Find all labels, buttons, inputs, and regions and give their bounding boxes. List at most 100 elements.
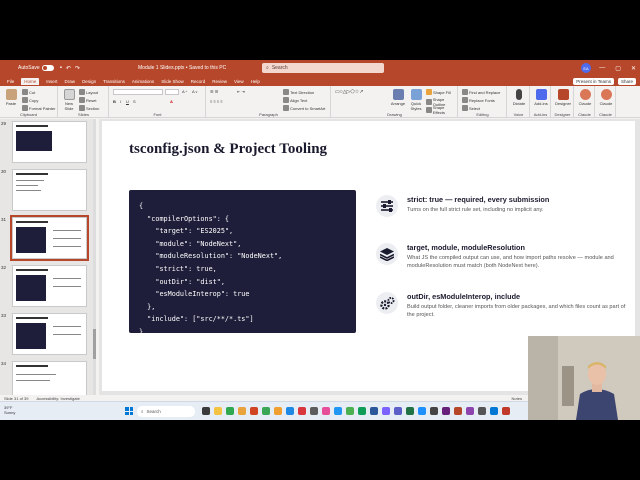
teams-icon[interactable] <box>394 407 402 415</box>
app-icon[interactable] <box>418 407 426 415</box>
menu-animations[interactable]: Animations <box>132 79 154 84</box>
slide-thumbnail[interactable] <box>12 313 87 355</box>
powerpoint-icon[interactable] <box>454 407 462 415</box>
feature-item[interactable]: strict: true — required, every submissio… <box>376 195 606 235</box>
replace-fonts-button[interactable]: Replace Fonts <box>462 97 495 103</box>
claude-button-1[interactable]: Claude <box>577 89 593 106</box>
app-icon[interactable] <box>322 407 330 415</box>
shapes-gallery[interactable]: ▭○△▷⬠☆↗ <box>335 89 385 95</box>
word-icon[interactable] <box>370 407 378 415</box>
undo-icon[interactable]: ↶ <box>66 65 71 72</box>
maximize-icon[interactable]: ▢ <box>615 65 621 72</box>
title-search[interactable]: ⌕ Search <box>262 63 384 73</box>
underline-button[interactable]: U <box>126 99 129 104</box>
paste-button[interactable]: Paste <box>4 89 18 106</box>
autosave-toggle[interactable] <box>41 65 54 71</box>
app-icon[interactable] <box>250 407 258 415</box>
menu-record[interactable]: Record <box>191 79 206 84</box>
shape-fill-button[interactable]: Shape Fill <box>426 89 451 95</box>
accessibility-status[interactable]: Accessibility: Investigate <box>36 396 79 401</box>
minimize-icon[interactable]: — <box>599 65 605 71</box>
bold-button[interactable]: B <box>113 99 116 104</box>
code-block[interactable]: { "compilerOptions": { "target": "ES2025… <box>129 190 356 336</box>
close-icon[interactable]: ✕ <box>631 65 636 72</box>
share-button[interactable]: Share <box>617 77 636 85</box>
app-icon[interactable] <box>226 407 234 415</box>
menu-draw[interactable]: Draw <box>65 79 76 84</box>
select-button[interactable]: Select <box>462 105 480 111</box>
menu-home[interactable]: Home <box>21 77 40 85</box>
align-icons[interactable]: ≡ ≡ ≡ ≡ <box>210 99 223 104</box>
app-icon[interactable] <box>298 407 306 415</box>
task-view-icon[interactable] <box>202 407 210 415</box>
redo-icon[interactable]: ↷ <box>75 65 80 72</box>
dictate-button[interactable]: Dictate <box>511 89 527 106</box>
chrome-icon[interactable] <box>262 407 270 415</box>
app-icon[interactable] <box>334 407 342 415</box>
app-icon[interactable] <box>358 407 366 415</box>
app-icon[interactable] <box>466 407 474 415</box>
autosave[interactable]: AutoSave <box>18 65 54 71</box>
quick-styles-button[interactable]: Quick Styles <box>408 89 424 111</box>
font-color-button[interactable]: A <box>170 99 173 104</box>
weather-widget[interactable]: 39°F Sunny <box>4 405 15 415</box>
font-shrink-icon[interactable]: Av <box>192 89 197 94</box>
format-painter-button[interactable]: Format Painter <box>22 105 55 111</box>
user-avatar[interactable]: EA <box>581 63 591 73</box>
slide-thumbnail[interactable] <box>12 121 87 163</box>
arrange-button[interactable]: Arrange <box>390 89 406 106</box>
notes-button[interactable]: Notes <box>512 396 522 401</box>
app-icon[interactable] <box>430 407 438 415</box>
present-teams-button[interactable]: Present in Teams <box>573 77 614 85</box>
slide-thumbnail[interactable] <box>12 265 87 307</box>
file-explorer-icon[interactable] <box>214 407 222 415</box>
feature-item[interactable]: target, module, moduleResolution What JS… <box>376 243 614 293</box>
menu-insert[interactable]: Insert <box>46 79 57 84</box>
app-icon[interactable] <box>502 407 510 415</box>
convert-smartart-button[interactable]: Convert to SmartArt <box>283 105 325 111</box>
menu-view[interactable]: View <box>234 79 244 84</box>
section-button[interactable]: Section <box>79 105 99 111</box>
feature-item[interactable]: outDir, esModuleInterop, include Build o… <box>376 292 625 342</box>
text-direction-button[interactable]: Text Direction <box>283 89 314 95</box>
copy-button[interactable]: Copy <box>22 97 38 103</box>
menu-slide-show[interactable]: Slide Show <box>161 79 184 84</box>
slide-thumbnail[interactable] <box>12 169 87 211</box>
windows-start-icon[interactable] <box>125 407 133 415</box>
designer-button[interactable]: Designer <box>555 89 571 106</box>
menu-help[interactable]: Help <box>251 79 260 84</box>
excel-icon[interactable] <box>406 407 414 415</box>
app-icon[interactable] <box>346 407 354 415</box>
menu-transitions[interactable]: Transitions <box>103 79 125 84</box>
slide-title[interactable]: tsconfig.json & Project Tooling <box>129 141 327 158</box>
find-replace-button[interactable]: Find and Replace <box>462 89 500 95</box>
taskbar-search[interactable]: ⌕ Search <box>137 406 195 417</box>
font-size-box[interactable] <box>165 89 179 95</box>
claude-button-2[interactable]: Claude <box>598 89 614 106</box>
edge-icon[interactable] <box>286 407 294 415</box>
app-icon[interactable] <box>310 407 318 415</box>
save-icon[interactable]: ▪ <box>60 65 62 72</box>
new-slide-button[interactable]: New Slide <box>62 89 76 111</box>
menu-design[interactable]: Design <box>82 79 96 84</box>
font-grow-icon[interactable]: A ^ <box>182 89 187 94</box>
bullets-icon[interactable]: ☰ ☰ <box>210 89 218 94</box>
slide-thumbnail[interactable] <box>12 361 87 395</box>
cut-button[interactable]: Cut <box>22 89 35 95</box>
italic-button[interactable]: I <box>120 99 121 104</box>
menu-review[interactable]: Review <box>212 79 227 84</box>
align-text-button[interactable]: Align Text <box>283 97 307 103</box>
app-icon[interactable] <box>490 407 498 415</box>
app-icon[interactable] <box>274 407 282 415</box>
thumbnail-scrollbar[interactable] <box>93 119 96 395</box>
strikethrough-button[interactable]: S <box>133 99 136 104</box>
app-icon[interactable] <box>382 407 390 415</box>
scrollbar-thumb[interactable] <box>93 329 96 359</box>
reset-button[interactable]: Reset <box>79 97 96 103</box>
indent-icon[interactable]: ⇤ ⇥ <box>237 89 245 94</box>
font-name-box[interactable] <box>113 89 163 95</box>
app-icon[interactable] <box>478 407 486 415</box>
addins-button[interactable]: Add-ins <box>533 89 549 106</box>
layout-button[interactable]: Layout <box>79 89 98 95</box>
app-icon[interactable] <box>238 407 246 415</box>
